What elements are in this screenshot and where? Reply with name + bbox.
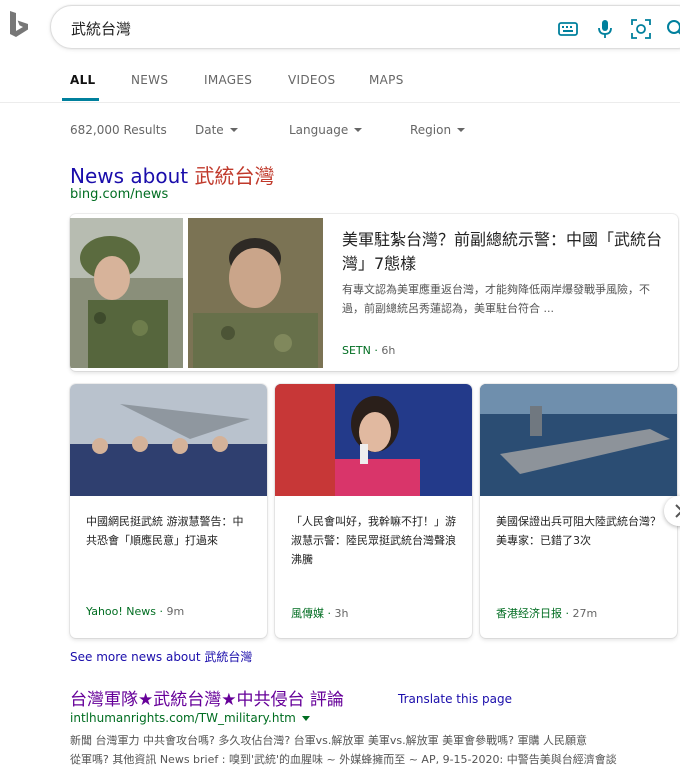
news-card-time: 27m (572, 607, 598, 620)
news-card-image-speaker (275, 384, 472, 496)
result-title-link[interactable]: 台灣軍隊★武統台灣★中共侵台 評論 (70, 685, 344, 710)
search-box[interactable]: 武統台灣 (50, 5, 680, 49)
news-title-prefix: News about (70, 164, 195, 188)
top-bar: 武統台灣 (0, 0, 680, 62)
news-card-source-name: 風傳媒 (291, 607, 324, 620)
main-news-snippet: 有專文認為美軍應重返台灣，才能夠降低兩岸爆發戰爭風險，不過，前副總統呂秀蓮認為，… (342, 283, 650, 315)
chevron-down-icon (229, 128, 238, 132)
visual-search-icon[interactable] (630, 18, 652, 40)
main-news-headline[interactable]: 美軍駐紮台灣？前副總統示警：中國「武統台灣」7態樣 (342, 228, 662, 276)
chevron-down-icon (354, 128, 363, 132)
main-news-time: 6h (381, 344, 396, 357)
tab-images[interactable]: IMAGES (204, 73, 252, 87)
result-url-text: intlhumanrights.com/TW_military.htm (70, 711, 296, 725)
date-filter-label: Date (195, 123, 224, 137)
result-snippet-line: 新聞 台灣軍力 中共會攻台嗎? 多久攻佔台灣? 台軍vs.解放軍 美軍vs.解放… (70, 734, 587, 747)
news-card-source-name: 香港经济日报 (496, 607, 562, 620)
news-title-query: 武統台灣 (194, 164, 275, 188)
tab-videos[interactable]: VIDEOS (288, 73, 335, 87)
news-card-source: 香港经济日报 · 27m (496, 607, 598, 620)
news-card-title: 美國保證出兵可阻大陸武統台灣？美專家：已錯了3次 (496, 515, 661, 547)
tab-all[interactable]: ALL (70, 73, 95, 87)
news-card-source: Yahoo! News · 9m (86, 605, 185, 618)
language-filter-label: Language (289, 123, 349, 137)
news-source-url: bing.com/news (70, 187, 169, 202)
news-card-time: 9m (166, 605, 185, 618)
region-filter[interactable]: Region (410, 123, 466, 137)
news-card-source: 風傳媒 · 3h (291, 607, 349, 620)
news-photo-military-leader[interactable] (188, 218, 323, 368)
see-more-news-link[interactable]: See more news about 武統台灣 (70, 648, 252, 665)
result-snippet: 新聞 台灣軍力 中共會攻台嗎? 多久攻佔台灣? 台軍vs.解放軍 美軍vs.解放… (70, 731, 680, 769)
keyboard-icon[interactable] (557, 18, 579, 40)
tab-news[interactable]: NEWS (131, 73, 168, 87)
filter-bar: 682,000 Results Date Language Region (0, 123, 680, 139)
bing-logo-icon[interactable] (8, 10, 32, 40)
date-filter[interactable]: Date (195, 123, 238, 137)
news-section-title[interactable]: News about 武統台灣 (70, 160, 274, 189)
news-card-title: 「人民會叫好，我幹嘛不打！」游淑慧示警：陸民眾挺武統台灣聲浪沸騰 (291, 515, 456, 566)
search-icon[interactable] (665, 18, 680, 40)
region-filter-label: Region (410, 123, 452, 137)
news-card[interactable]: 「人民會叫好，我幹嘛不打！」游淑慧示警：陸民眾挺武統台灣聲浪沸騰 風傳媒 · 3… (275, 384, 472, 638)
news-photo-soldier-woman[interactable] (70, 218, 183, 368)
tab-maps[interactable]: MAPS (369, 73, 404, 87)
chevron-down-icon (457, 128, 466, 132)
news-card-title: 中國網民挺武統 游淑慧警告：中共恐會「順應民意」打過來 (86, 515, 244, 547)
news-card-image-aircraft-carrier (480, 384, 677, 496)
results-count: 682,000 Results (70, 123, 167, 137)
main-news-source-name: SETN (342, 344, 371, 357)
news-card-time: 3h (334, 607, 349, 620)
translate-page-link[interactable]: Translate this page (398, 692, 512, 706)
language-filter[interactable]: Language (289, 123, 363, 137)
active-tab-indicator (62, 98, 99, 101)
news-card[interactable]: 美國保證出兵可阻大陸武統台灣？美專家：已錯了3次 香港经济日报 · 27m (480, 384, 677, 638)
news-card-source-name: Yahoo! News (86, 605, 157, 618)
search-input[interactable]: 武統台灣 (71, 18, 131, 39)
result-url[interactable]: intlhumanrights.com/TW_military.htm (70, 711, 310, 725)
microphone-icon[interactable] (594, 18, 616, 40)
news-card-image-airbase (70, 384, 267, 496)
result-snippet-line: 從軍嗎? 其他資訊 News brief : 嗅到'武統'的血腥味 ~ 外媒蜂擁… (70, 753, 617, 766)
main-news-source: SETN · 6h (342, 344, 396, 357)
search-tabs: ALL NEWS IMAGES VIDEOS MAPS (0, 62, 680, 103)
news-card[interactable]: 中國網民挺武統 游淑慧警告：中共恐會「順應民意」打過來 Yahoo! News … (70, 384, 267, 638)
main-news-card[interactable]: 美軍駐紮台灣？前副總統示警：中國「武統台灣」7態樣 有專文認為美軍應重返台灣，才… (70, 214, 678, 371)
caret-down-icon[interactable] (301, 716, 310, 721)
